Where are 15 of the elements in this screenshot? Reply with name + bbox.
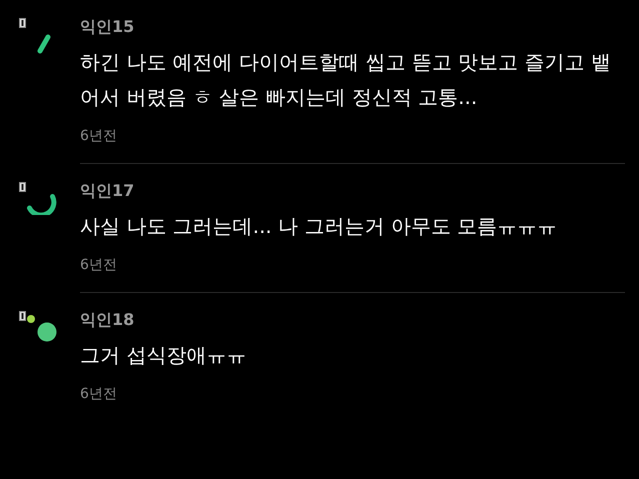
avatar-icon [37, 34, 51, 54]
author-name: 익인18 [80, 309, 134, 331]
avatar-icon [27, 194, 57, 215]
comment-text: 하긴 나도 예전에 다이어트할때 씹고 뜯고 맛보고 즐기고 뱉어서 버렸음 ㅎ 살은 빠지는데 정신적 고통... [80, 49, 612, 111]
timestamp: 6년전 [80, 127, 117, 145]
marker-icon [19, 182, 26, 192]
marker-icon [19, 311, 26, 321]
author-name: 익인15 [80, 16, 134, 38]
comment-text: 사실 나도 그러는데... 나 그러는거 아무도 모름ㅠㅠㅠ [80, 213, 558, 240]
timestamp: 6년전 [80, 256, 117, 274]
timestamp: 6년전 [80, 385, 117, 403]
comment-text: 그거 섭식장애ㅠㅠ [80, 342, 248, 369]
avatar-icon [27, 315, 57, 342]
author-name: 익인17 [80, 180, 134, 202]
marker-icon [19, 18, 26, 28]
